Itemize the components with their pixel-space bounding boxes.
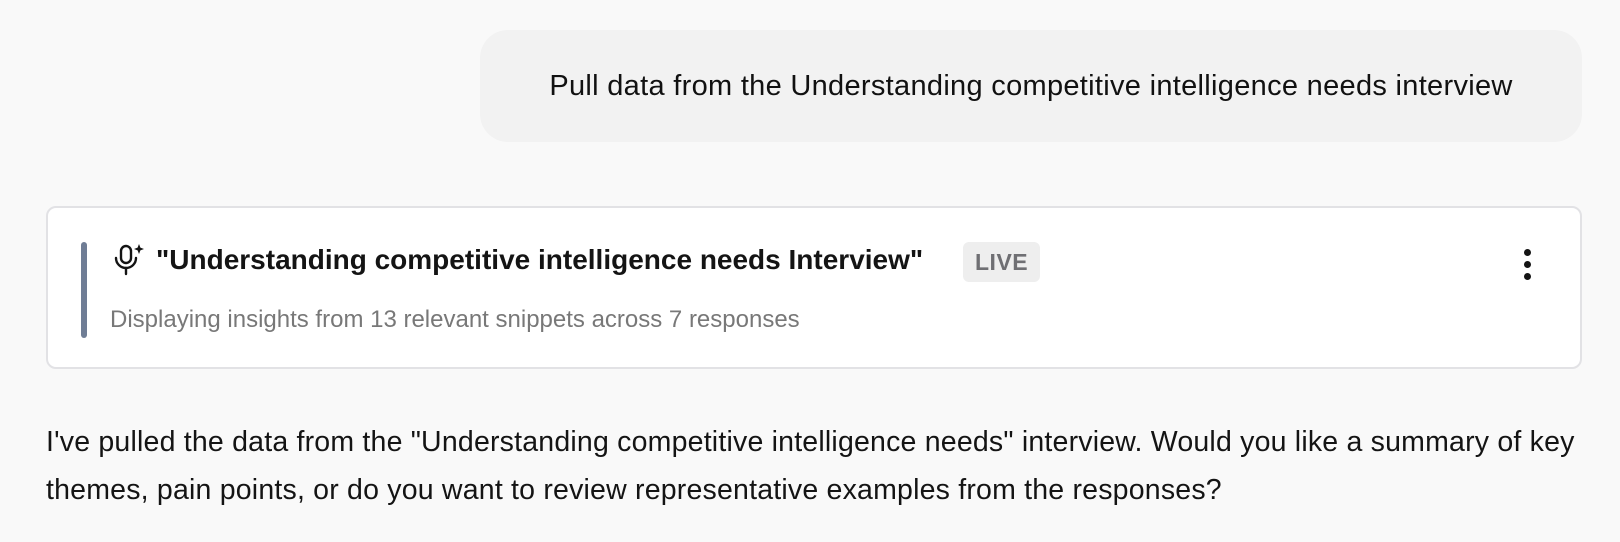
user-message-text: Pull data from the Understanding competi… (549, 69, 1513, 102)
assistant-message: I've pulled the data from the "Understan… (46, 426, 1575, 506)
vertical-ellipsis-icon (1523, 248, 1531, 256)
live-status-badge: LIVE (963, 242, 1041, 282)
more-options-button[interactable] (1512, 244, 1542, 284)
interview-snippet-summary: Displaying insights from 13 relevant sni… (110, 306, 800, 333)
user-message-bubble: Pull data from the Understanding competi… (480, 30, 1582, 142)
interview-title: "Understanding competitive intelligence … (156, 244, 924, 275)
card-accent-bar (81, 242, 87, 338)
microphone-sparkle-icon (112, 242, 146, 278)
interview-card[interactable]: "Understanding competitive intelligence … (46, 206, 1582, 369)
